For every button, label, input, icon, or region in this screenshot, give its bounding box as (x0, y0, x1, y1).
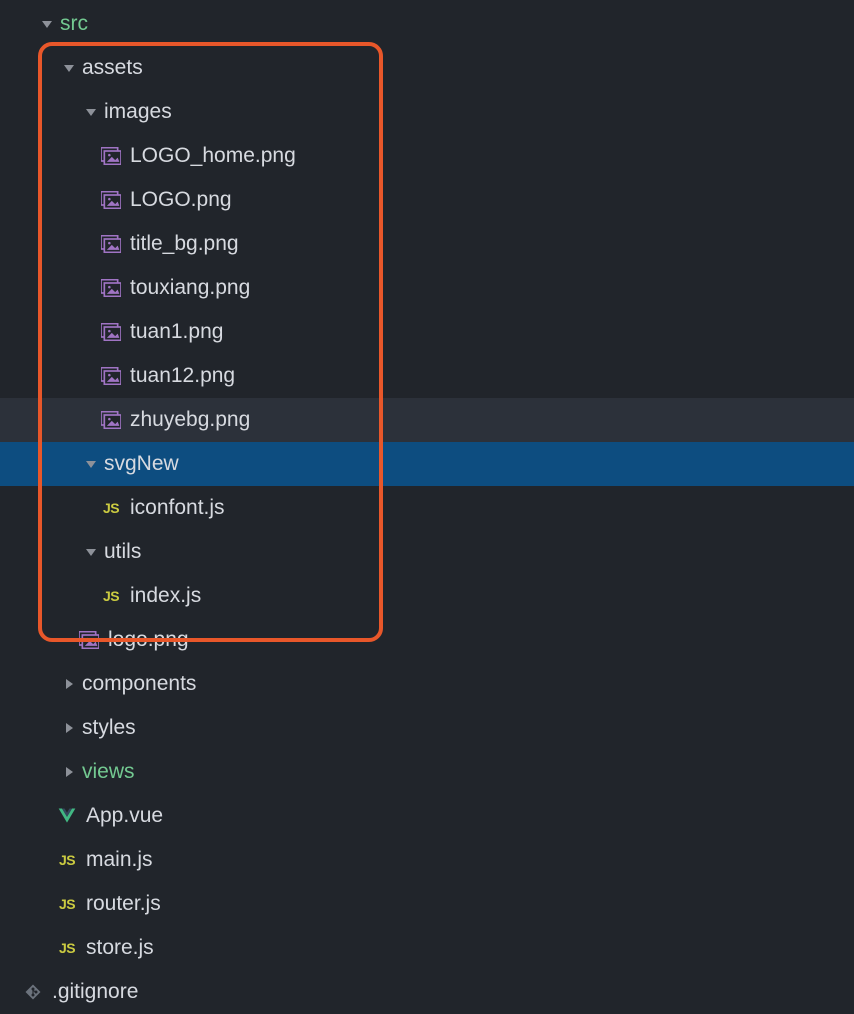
image-file-icon (100, 189, 122, 211)
tree-item-label: .gitignore (52, 980, 138, 1004)
image-file-icon (100, 145, 122, 167)
tree-item[interactable]: zhuyebg.png (0, 398, 854, 442)
tree-item-label: src (60, 12, 88, 36)
file-tree: src assets images LOGO_home.png LOGO.png titl… (0, 0, 854, 1014)
tree-item[interactable]: .gitignore (0, 970, 854, 1014)
tree-item-label: index.js (130, 584, 201, 608)
tree-item[interactable]: JS index.js (0, 574, 854, 618)
expand-arrow-icon[interactable] (62, 61, 76, 75)
js-file-icon: JS (56, 893, 78, 915)
tree-item-label: iconfont.js (130, 496, 225, 520)
tree-item[interactable]: JS main.js (0, 838, 854, 882)
tree-item-label: views (82, 760, 135, 784)
tree-item[interactable]: touxiang.png (0, 266, 854, 310)
tree-item[interactable]: JS iconfont.js (0, 486, 854, 530)
vue-file-icon (56, 805, 78, 827)
expand-arrow-icon[interactable] (84, 105, 98, 119)
js-file-icon: JS (100, 497, 122, 519)
tree-item-label: LOGO_home.png (130, 144, 296, 168)
tree-item[interactable]: tuan12.png (0, 354, 854, 398)
expand-arrow-icon[interactable] (40, 17, 54, 31)
image-file-icon (100, 409, 122, 431)
tree-item-label: router.js (86, 892, 161, 916)
tree-item-label: LOGO.png (130, 188, 232, 212)
tree-item[interactable]: assets (0, 46, 854, 90)
tree-item-label: App.vue (86, 804, 163, 828)
image-file-icon (100, 321, 122, 343)
tree-item[interactable]: LOGO.png (0, 178, 854, 222)
expand-arrow-icon[interactable] (62, 765, 76, 779)
tree-item-label: title_bg.png (130, 232, 239, 256)
tree-item[interactable]: components (0, 662, 854, 706)
tree-item[interactable]: images (0, 90, 854, 134)
tree-item[interactable]: src (0, 2, 854, 46)
js-file-icon: JS (56, 849, 78, 871)
tree-item[interactable]: JS store.js (0, 926, 854, 970)
tree-item[interactable]: logo.png (0, 618, 854, 662)
tree-item[interactable]: JS router.js (0, 882, 854, 926)
tree-item[interactable]: utils (0, 530, 854, 574)
tree-item-label: svgNew (104, 452, 179, 476)
tree-item-label: store.js (86, 936, 154, 960)
tree-item[interactable]: LOGO_home.png (0, 134, 854, 178)
tree-item[interactable]: App.vue (0, 794, 854, 838)
tree-item-label: zhuyebg.png (130, 408, 250, 432)
tree-item-label: touxiang.png (130, 276, 250, 300)
tree-item-label: assets (82, 56, 143, 80)
js-file-icon: JS (56, 937, 78, 959)
js-file-icon: JS (100, 585, 122, 607)
tree-item-label: tuan12.png (130, 364, 235, 388)
tree-item-label: tuan1.png (130, 320, 223, 344)
image-file-icon (100, 365, 122, 387)
tree-item-label: images (104, 100, 172, 124)
tree-item[interactable]: tuan1.png (0, 310, 854, 354)
expand-arrow-icon[interactable] (84, 545, 98, 559)
tree-item-label: logo.png (108, 628, 189, 652)
tree-item[interactable]: styles (0, 706, 854, 750)
image-file-icon (100, 233, 122, 255)
tree-item[interactable]: title_bg.png (0, 222, 854, 266)
tree-item-label: styles (82, 716, 136, 740)
tree-item[interactable]: views (0, 750, 854, 794)
tree-item-label: utils (104, 540, 141, 564)
tree-item-label: components (82, 672, 196, 696)
expand-arrow-icon[interactable] (62, 677, 76, 691)
image-file-icon (78, 629, 100, 651)
tree-item[interactable]: svgNew (0, 442, 854, 486)
expand-arrow-icon[interactable] (62, 721, 76, 735)
tree-item-label: main.js (86, 848, 153, 872)
expand-arrow-icon[interactable] (84, 457, 98, 471)
git-file-icon (22, 981, 44, 1003)
image-file-icon (100, 277, 122, 299)
